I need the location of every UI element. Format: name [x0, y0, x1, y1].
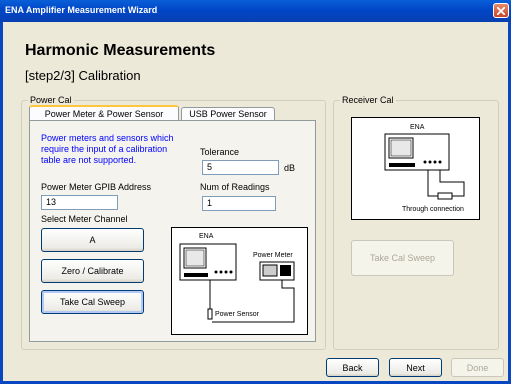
receiver-diagram-ena-label: ENA — [410, 124, 425, 131]
gpib-field[interactable]: 13 — [41, 195, 118, 210]
gpib-label: Power Meter GPIB Address — [41, 182, 152, 192]
receiver-take-cal-sweep-button[interactable]: Take Cal Sweep — [351, 240, 454, 276]
power-meter-diagram: ENA Power Meter Power Sensor — [171, 227, 308, 335]
diagram-ena-label: ENA — [199, 233, 214, 240]
back-button[interactable]: Back — [326, 358, 379, 377]
power-cal-legend: Power Cal — [28, 95, 74, 105]
diagram-power-sensor-label: Power Sensor — [215, 311, 259, 318]
num-readings-label: Num of Readings — [200, 182, 270, 192]
window-title: ENA Amplifier Measurement Wizard — [5, 5, 158, 15]
close-button[interactable] — [493, 3, 509, 18]
receiver-cal-diagram: ENA Through connection — [351, 117, 480, 220]
tolerance-unit: dB — [284, 163, 296, 173]
tolerance-field[interactable]: 5 — [202, 160, 279, 175]
take-cal-sweep-button[interactable]: Take Cal Sweep — [41, 290, 144, 314]
note-line-1: Power meters and sensors which — [41, 133, 174, 143]
channel-a-button[interactable]: A — [41, 228, 144, 252]
close-icon — [497, 7, 505, 15]
done-button[interactable]: Done — [451, 358, 504, 377]
through-connection-label: Through connection — [402, 206, 464, 213]
tolerance-label: Tolerance — [200, 147, 240, 157]
receiver-cal-legend: Receiver Cal — [340, 95, 396, 105]
diagram-power-meter-label: Power Meter — [253, 252, 293, 259]
num-readings-field[interactable]: 1 — [202, 196, 276, 211]
title-bar: ENA Amplifier Measurement Wizard — [0, 0, 511, 22]
page-title: Harmonic Measurements — [25, 42, 216, 59]
zero-calibrate-button[interactable]: Zero / Calibrate — [41, 259, 144, 283]
next-button[interactable]: Next — [389, 358, 442, 377]
note-line-3: table are not supported. — [41, 155, 137, 165]
power-meter-setup-graphic — [179, 243, 295, 323]
through-connection-graphic — [384, 133, 465, 200]
channel-label: Select Meter Channel — [41, 214, 128, 224]
step-label: [step2/3] Calibration — [25, 68, 141, 83]
tab-usb-power-sensor[interactable]: USB Power Sensor — [181, 107, 275, 121]
note-line-2: require the input of a calibration — [41, 144, 168, 154]
tab-power-meter[interactable]: Power Meter & Power Sensor — [29, 105, 179, 121]
